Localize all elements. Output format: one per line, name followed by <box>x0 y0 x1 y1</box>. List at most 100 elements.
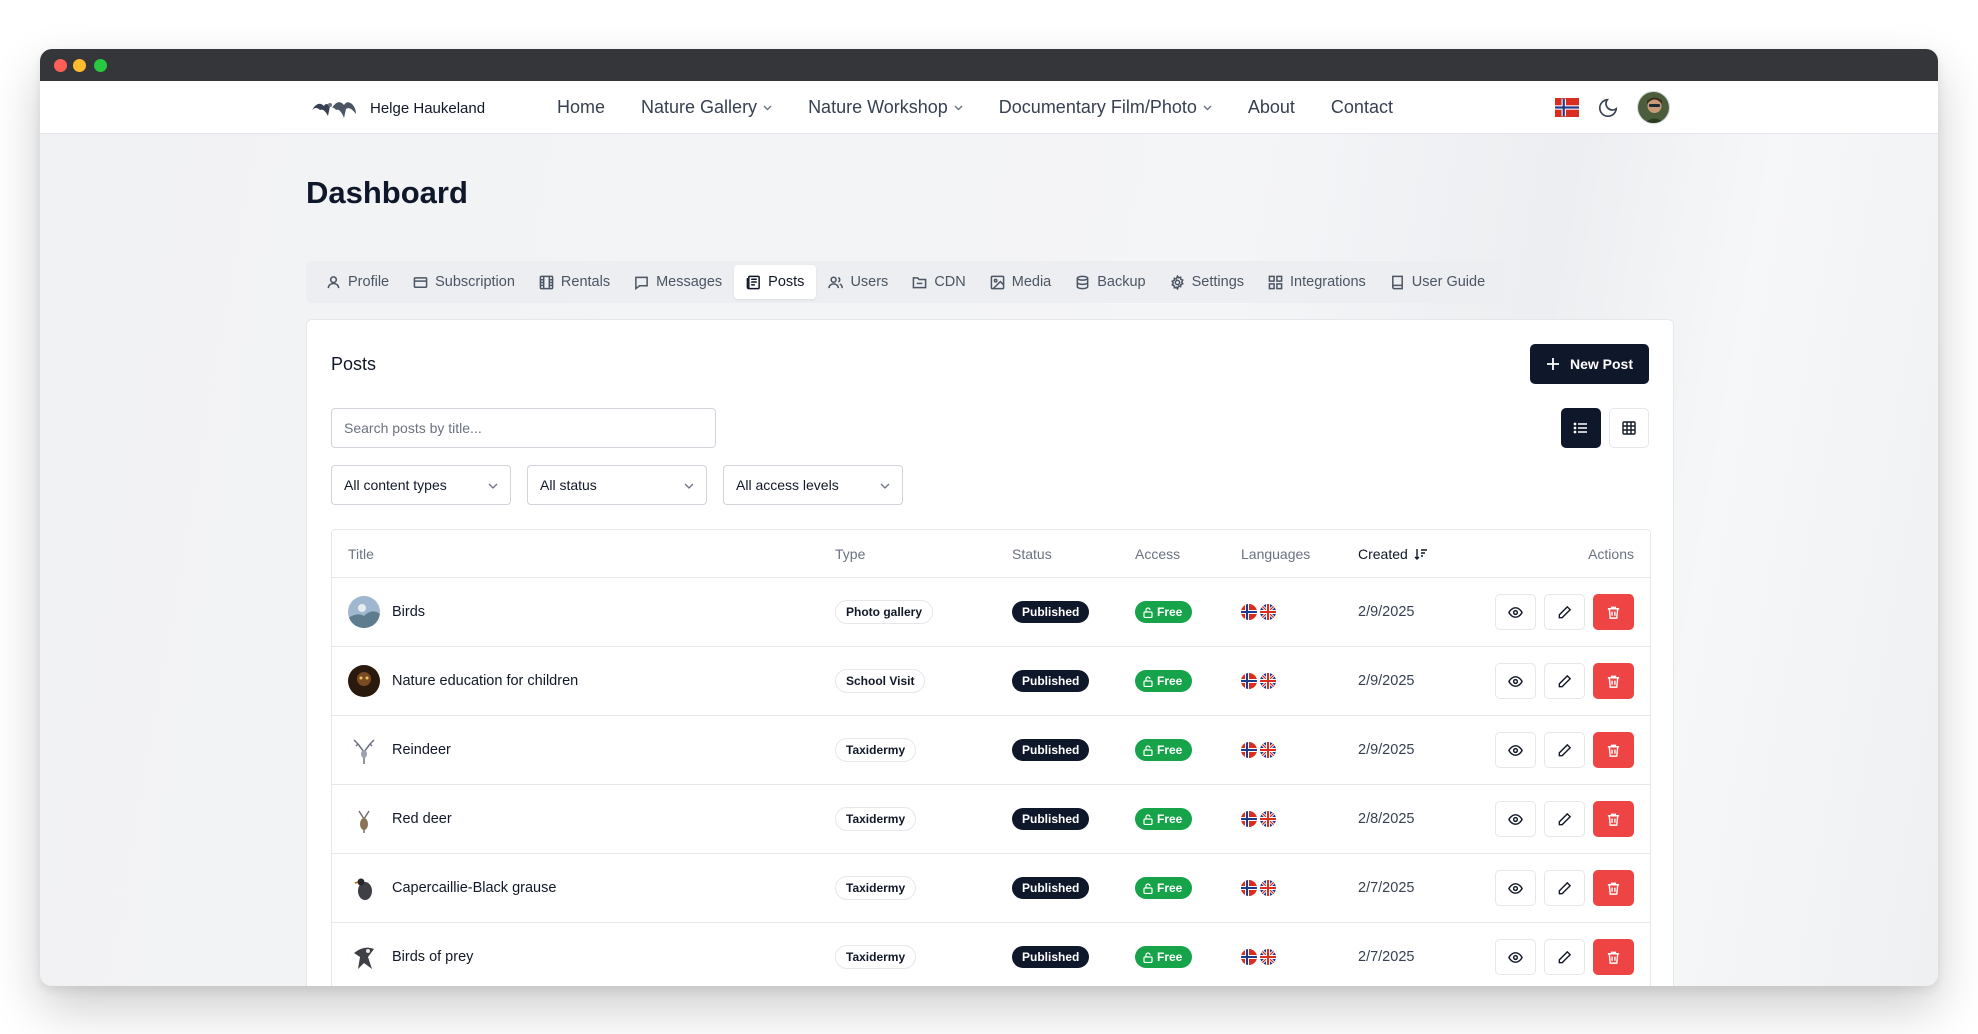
select-value: All access levels <box>736 477 839 493</box>
delete-button[interactable] <box>1593 732 1634 768</box>
status-select[interactable]: All status <box>527 465 707 505</box>
edit-button[interactable] <box>1544 594 1585 630</box>
nav-link-contact[interactable]: Contact <box>1331 97 1393 118</box>
col-header-type[interactable]: Type <box>835 546 865 562</box>
post-title[interactable]: Nature education for children <box>392 673 578 689</box>
page-title: Dashboard <box>306 175 468 210</box>
languages-cell <box>1241 673 1276 689</box>
table-row[interactable]: Reindeer Taxidermy Published Free 2/9/2025 <box>332 716 1650 785</box>
tab-label: CDN <box>934 274 966 290</box>
table-row[interactable]: Birds Photo gallery Published Free 2/9/2025 <box>332 578 1650 647</box>
table-row[interactable]: Birds of prey Taxidermy Published Free 2/7/2… <box>332 923 1650 986</box>
tab-messages[interactable]: Messages <box>622 265 734 299</box>
post-title-cell: Birds <box>348 596 425 628</box>
post-title[interactable]: Capercaillie-Black grause <box>392 880 556 896</box>
view-button[interactable] <box>1495 663 1536 699</box>
view-button[interactable] <box>1495 732 1536 768</box>
edit-button[interactable] <box>1544 732 1585 768</box>
new-post-button[interactable]: New Post <box>1529 344 1649 384</box>
tab-posts[interactable]: Posts <box>734 265 817 299</box>
tab-rentals[interactable]: Rentals <box>527 265 622 299</box>
tab-user-guide[interactable]: User Guide <box>1378 265 1497 299</box>
norway-flag-icon <box>1241 742 1257 758</box>
tab-cdn[interactable]: CDN <box>900 265 977 299</box>
edit-button[interactable] <box>1544 801 1585 837</box>
chevron-down-icon <box>763 102 772 114</box>
tab-integrations[interactable]: Integrations <box>1256 265 1378 299</box>
col-header-created[interactable]: Created <box>1358 546 1428 562</box>
moon-icon[interactable] <box>1597 97 1619 119</box>
post-thumbnail <box>348 941 380 973</box>
access-cell: Free <box>1135 670 1193 692</box>
nav-link-about[interactable]: About <box>1248 97 1295 118</box>
eye-icon <box>1508 813 1523 825</box>
view-button[interactable] <box>1495 939 1536 975</box>
post-title[interactable]: Birds <box>392 604 425 620</box>
chevron-down-icon <box>954 102 963 114</box>
tab-settings[interactable]: Settings <box>1158 265 1256 299</box>
access-level-select[interactable]: All access levels <box>723 465 903 505</box>
post-title-cell: Nature education for children <box>348 665 578 697</box>
list-view-button[interactable] <box>1561 408 1601 448</box>
unlock-icon <box>1143 882 1153 894</box>
card-icon <box>413 275 428 290</box>
nav-link-nature-workshop[interactable]: Nature Workshop <box>808 97 963 118</box>
created-date: 2/7/2025 <box>1358 949 1415 965</box>
tab-backup[interactable]: Backup <box>1063 265 1157 299</box>
database-icon <box>1075 275 1090 290</box>
status-cell: Published <box>1012 877 1090 899</box>
posts-table: Title Type Status Access Languages Creat… <box>331 529 1651 986</box>
view-button[interactable] <box>1495 870 1536 906</box>
edit-button[interactable] <box>1544 663 1585 699</box>
access-badge: Free <box>1135 946 1193 968</box>
nav-link-home[interactable]: Home <box>557 97 605 118</box>
nav-link-label: Home <box>557 97 606 117</box>
close-window-button[interactable] <box>54 59 67 72</box>
tab-label: Integrations <box>1290 274 1366 290</box>
delete-button[interactable] <box>1593 801 1634 837</box>
view-button[interactable] <box>1495 594 1536 630</box>
content-type-select[interactable]: All content types <box>331 465 511 505</box>
tab-media[interactable]: Media <box>978 265 1064 299</box>
delete-button[interactable] <box>1593 870 1634 906</box>
image-icon <box>990 275 1005 290</box>
post-title[interactable]: Birds of prey <box>392 949 473 965</box>
table-row[interactable]: Red deer Taxidermy Published Free 2/8/2025 <box>332 785 1650 854</box>
search-input[interactable] <box>331 408 716 448</box>
delete-button[interactable] <box>1593 594 1634 630</box>
table-row[interactable]: Capercaillie-Black grause Taxidermy Publis… <box>332 854 1650 923</box>
access-label: Free <box>1157 881 1183 895</box>
pencil-icon <box>1558 743 1572 756</box>
minimize-window-button[interactable] <box>73 59 86 72</box>
access-label: Free <box>1157 674 1183 688</box>
tab-label: Backup <box>1097 274 1146 290</box>
post-title[interactable]: Reindeer <box>392 742 451 758</box>
delete-button[interactable] <box>1593 663 1634 699</box>
col-header-access[interactable]: Access <box>1135 546 1180 562</box>
nav-link-documentary-film-photo[interactable]: Documentary Film/Photo <box>999 97 1212 118</box>
trash-icon <box>1607 675 1620 688</box>
edit-button[interactable] <box>1544 939 1585 975</box>
brand[interactable]: Helge Haukeland <box>310 94 485 122</box>
maximize-window-button[interactable] <box>94 59 107 72</box>
col-header-status[interactable]: Status <box>1012 546 1052 562</box>
unlock-icon <box>1143 813 1153 825</box>
post-title[interactable]: Red deer <box>392 811 452 827</box>
tab-users[interactable]: Users <box>816 265 900 299</box>
grid-view-button[interactable] <box>1609 408 1649 448</box>
eye-icon <box>1508 744 1523 756</box>
uk-flag-icon <box>1260 880 1276 896</box>
unlock-icon <box>1143 744 1153 756</box>
view-button[interactable] <box>1495 801 1536 837</box>
norway-flag-icon[interactable] <box>1555 98 1579 117</box>
message-icon <box>634 275 649 290</box>
delete-button[interactable] <box>1593 939 1634 975</box>
user-avatar[interactable] <box>1637 91 1670 124</box>
nav-link-nature-gallery[interactable]: Nature Gallery <box>641 97 772 118</box>
tab-subscription[interactable]: Subscription <box>401 265 527 299</box>
table-row[interactable]: Nature education for children School Visi… <box>332 647 1650 716</box>
actions-cell <box>1495 663 1634 699</box>
col-header-title[interactable]: Title <box>348 546 374 562</box>
edit-button[interactable] <box>1544 870 1585 906</box>
tab-profile[interactable]: Profile <box>314 265 401 299</box>
